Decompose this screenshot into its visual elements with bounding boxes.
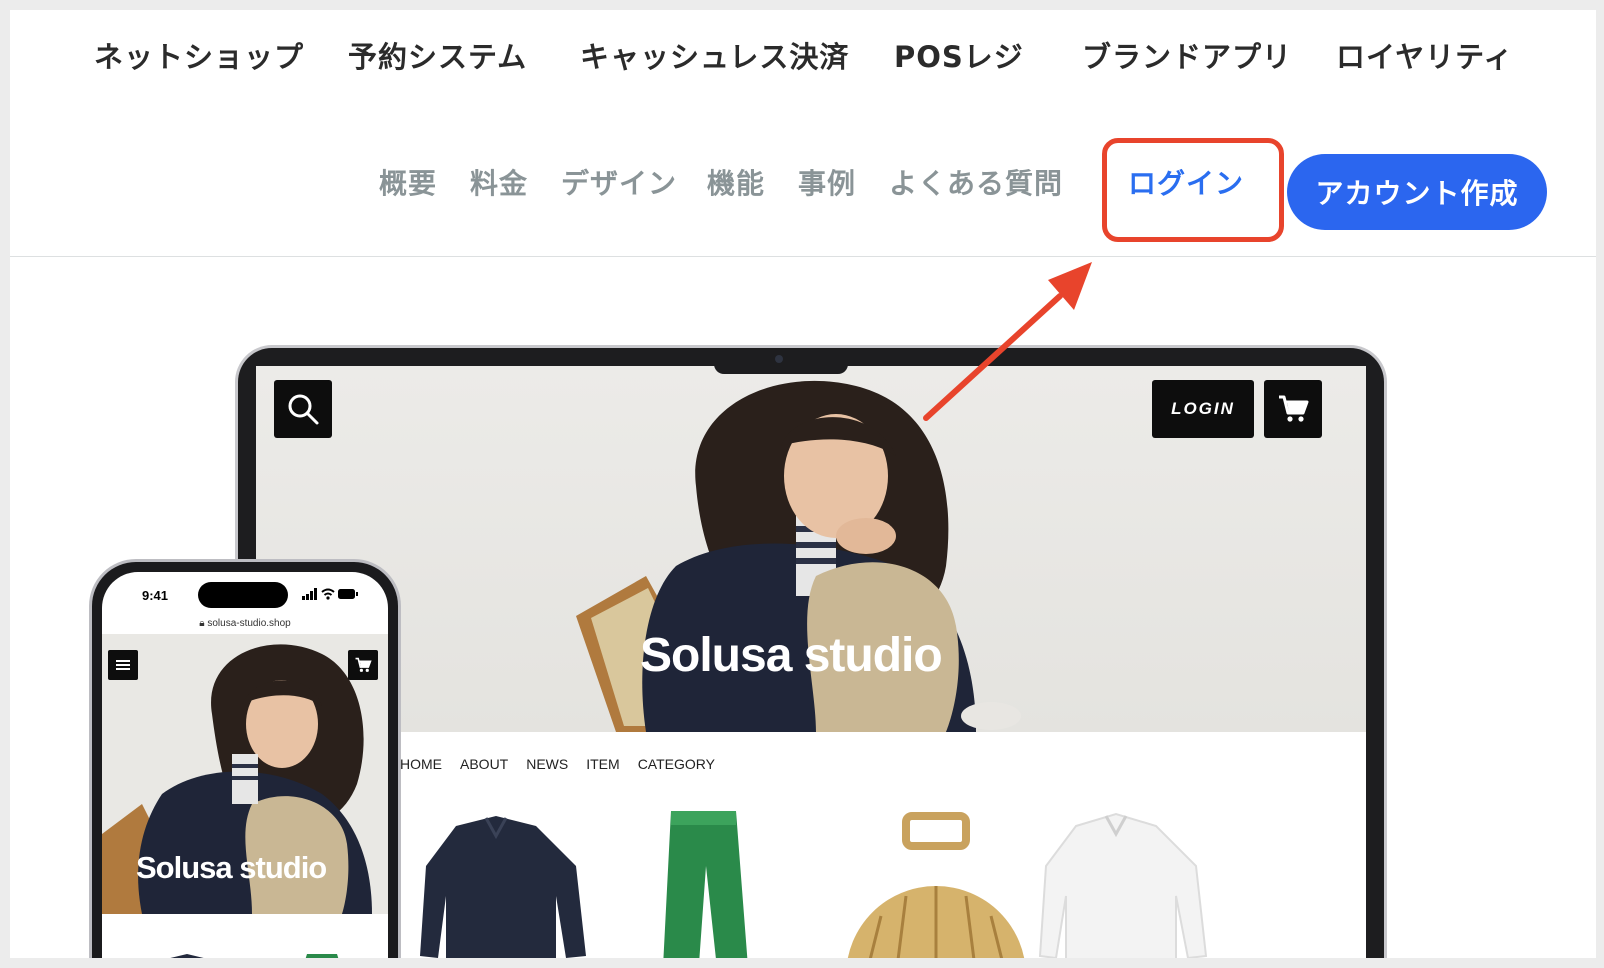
laptop-brand-title: Solusa studio	[640, 629, 943, 682]
sub-nav-design[interactable]: デザイン	[561, 162, 677, 202]
phone-screen: 9:41 🔒︎ solusa-studio.shop Solusa studio	[102, 572, 388, 958]
product-grid	[420, 811, 1208, 958]
shop-nav-category[interactable]: CATEGORY	[638, 756, 715, 772]
hero-image: LOGIN Solusa studio	[256, 366, 1366, 732]
phone-product-preview	[170, 954, 339, 958]
shop-nav-item[interactable]: ITEM	[586, 756, 619, 772]
login-highlight-box	[1102, 138, 1284, 242]
phone-url-bar[interactable]: 🔒︎ solusa-studio.shop	[102, 618, 388, 629]
cart-icon	[355, 657, 372, 672]
lock-icon: 🔒︎	[199, 618, 205, 629]
sub-nav-overview[interactable]: 概要	[379, 162, 437, 202]
shop-nav-about[interactable]: ABOUT	[460, 756, 508, 772]
phone-brand-title: Solusa studio	[136, 850, 327, 885]
cart-icon	[1279, 395, 1309, 422]
laptop-search-button[interactable]	[274, 380, 332, 438]
nav-divider	[10, 256, 1596, 257]
laptop-login-button[interactable]: LOGIN	[1152, 380, 1254, 438]
search-icon	[288, 394, 319, 425]
product-nav-pos[interactable]: POSレジ	[894, 34, 1024, 76]
product-nav-netshop[interactable]: ネットショップ	[94, 34, 304, 76]
shop-nav-news[interactable]: NEWS	[526, 756, 568, 772]
product-nav: ネットショップ 予約システム キャッシュレス決済 POSレジ ブランドアプリ ロ…	[10, 10, 1596, 96]
phone-status-icons	[302, 588, 358, 600]
sub-nav-pricing[interactable]: 料金	[470, 162, 528, 202]
phone-cart-button[interactable]	[348, 650, 378, 680]
shop-nav-home[interactable]: HOME	[400, 756, 442, 772]
product-nav-loyalty[interactable]: ロイヤリティ	[1336, 34, 1513, 76]
phone-hero-image: Solusa studio	[102, 634, 388, 914]
laptop-shop-nav: HOME ABOUT NEWS ITEM CATEGORY	[400, 756, 715, 772]
sub-nav-cases[interactable]: 事例	[798, 162, 856, 202]
page-frame: ネットショップ 予約システム キャッシュレス決済 POSレジ ブランドアプリ ロ…	[10, 10, 1596, 958]
laptop-mockup: LOGIN Solusa studio HOME ABOUT NEWS ITEM…	[238, 348, 1384, 958]
product-white-shirt[interactable]	[1038, 812, 1208, 958]
product-nav-cashless[interactable]: キャッシュレス決済	[580, 34, 849, 76]
menu-icon	[116, 660, 130, 670]
product-green-pants[interactable]	[661, 811, 751, 958]
laptop-screen: LOGIN Solusa studio HOME ABOUT NEWS ITEM…	[256, 366, 1366, 958]
phone-time: 9:41	[142, 588, 169, 603]
phone-menu-button[interactable]	[108, 650, 138, 680]
wifi-icon	[321, 588, 335, 600]
sub-nav-faq[interactable]: よくある質問	[889, 162, 1063, 202]
product-nav-brand-app[interactable]: ブランドアプリ	[1082, 34, 1292, 76]
product-nav-reservation[interactable]: 予約システム	[348, 34, 527, 76]
battery-icon	[338, 589, 358, 599]
phone-dynamic-island	[198, 582, 288, 608]
product-bamboo-bag[interactable]	[846, 812, 1026, 958]
sub-nav-features[interactable]: 機能	[707, 162, 765, 202]
phone-url-text: solusa-studio.shop	[207, 618, 291, 629]
product-navy-shirt[interactable]	[420, 816, 586, 958]
signal-icon	[302, 588, 317, 600]
phone-mockup: 9:41 🔒︎ solusa-studio.shop Solusa studio	[92, 562, 398, 958]
laptop-cart-button[interactable]	[1264, 380, 1322, 438]
create-account-button[interactable]: アカウント作成	[1287, 154, 1547, 230]
laptop-camera-notch	[714, 348, 848, 374]
arrow-head-icon	[1048, 262, 1092, 310]
